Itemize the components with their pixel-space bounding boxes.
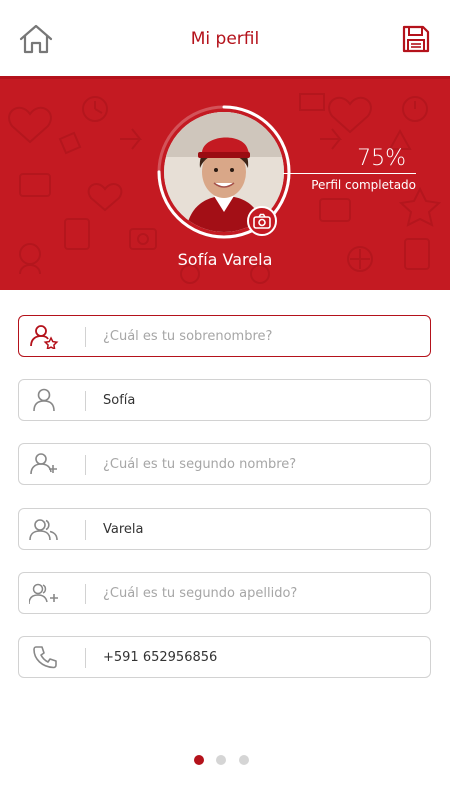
middle-name-field[interactable]: [18, 443, 431, 485]
progress-divider: [283, 173, 416, 174]
save-icon: [402, 25, 430, 53]
phone-field[interactable]: [18, 636, 431, 678]
second-last-name-input[interactable]: [103, 573, 423, 613]
profile-progress-label: Perfil completado: [311, 178, 416, 192]
field-separator: [85, 520, 86, 540]
pager-dot-1[interactable]: [194, 755, 204, 765]
field-separator: [85, 327, 86, 347]
user-add-icon: [30, 453, 57, 475]
nickname-field[interactable]: [18, 315, 431, 357]
camera-icon: [253, 213, 271, 229]
user-star-icon: [30, 325, 59, 349]
field-separator: [85, 648, 86, 668]
profile-hero: 75% Perfil completado Sofía Varela: [0, 79, 450, 290]
phone-input[interactable]: [103, 637, 423, 677]
top-bar: Mi perfil: [0, 0, 450, 76]
phone-icon: [33, 646, 57, 669]
first-name-input[interactable]: [103, 380, 423, 420]
profile-progress-value: 75%: [357, 146, 406, 171]
field-separator: [85, 455, 86, 475]
pager-dot-2[interactable]: [216, 755, 226, 765]
field-separator: [85, 584, 86, 604]
last-name-field[interactable]: [18, 508, 431, 550]
first-name-field[interactable]: [18, 379, 431, 421]
last-name-input[interactable]: [103, 509, 423, 549]
second-last-name-field[interactable]: [18, 572, 431, 614]
user-icon: [33, 388, 55, 412]
middle-name-input[interactable]: [103, 444, 423, 484]
change-photo-button[interactable]: [247, 206, 277, 236]
users-add-icon: [29, 583, 58, 605]
field-separator: [85, 391, 86, 411]
users-icon: [29, 519, 58, 541]
save-button[interactable]: [397, 22, 433, 56]
pager-dot-3[interactable]: [239, 755, 249, 765]
user-name: Sofía Varela: [177, 250, 273, 269]
profile-screen: Mi perfil 75% Perfil completado Sofía Va…: [0, 0, 450, 800]
nickname-input[interactable]: [103, 316, 423, 356]
page-title: Mi perfil: [190, 29, 260, 49]
